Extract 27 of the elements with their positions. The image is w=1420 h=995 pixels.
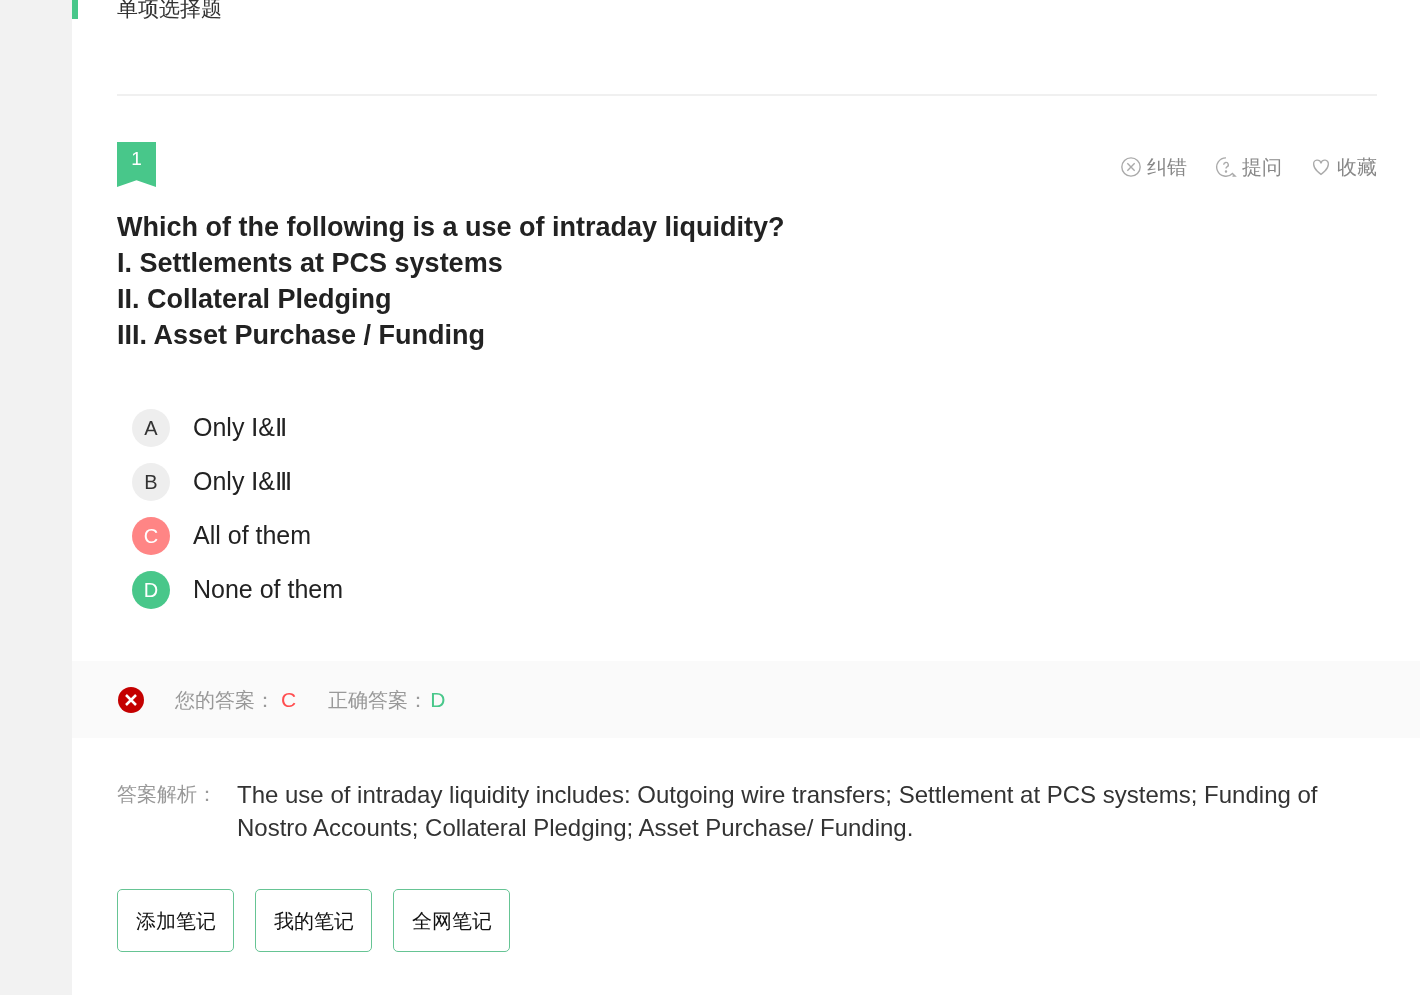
question-action[interactable]: 收藏 (1310, 152, 1377, 182)
section-marker (72, 0, 78, 19)
question-action[interactable]: 纠错 (1120, 152, 1187, 182)
your-answer: C (281, 686, 297, 713)
option-text: Only Ⅰ&Ⅱ (193, 412, 288, 444)
question-text: I. Settlements at PCS systems (117, 247, 504, 280)
option-text: None of them (193, 574, 344, 606)
question-action[interactable]: 提问 (1215, 152, 1282, 182)
option-letter[interactable]: B (132, 463, 170, 501)
heart-icon (1310, 156, 1332, 178)
option-text: Only Ⅰ&Ⅲ (193, 466, 293, 498)
question-text: III. Asset Purchase / Funding (117, 319, 487, 352)
question-icon (1215, 156, 1237, 178)
note-button[interactable]: 我的笔记 (255, 889, 372, 952)
explanation-text: The use of intraday liquidity includes: Outgoing wire transfers; Settlement at PCS systems; Funding of Nostro Accounts; Collateral Pledging; Asset Purchase/ Funding. (237, 780, 1319, 843)
question-text: Which of the following is a use of intraday liquidity? (117, 211, 786, 244)
question-number-ribbon: 1 (117, 142, 156, 187)
option-text: All of them (193, 520, 312, 552)
your-answer-label: 您的答案： (175, 687, 275, 713)
correct-answer-label: 正确答案： (328, 687, 429, 713)
close-circle-icon (1120, 156, 1142, 178)
question-text: II. Collateral Pledging (117, 283, 393, 316)
note-button[interactable]: 添加笔记 (117, 889, 234, 952)
correct-answer: D (430, 686, 446, 713)
option-letter[interactable]: A (132, 409, 170, 447)
note-button[interactable]: 全网笔记 (393, 889, 510, 952)
explanation-label: 答案解析： (117, 782, 218, 807)
